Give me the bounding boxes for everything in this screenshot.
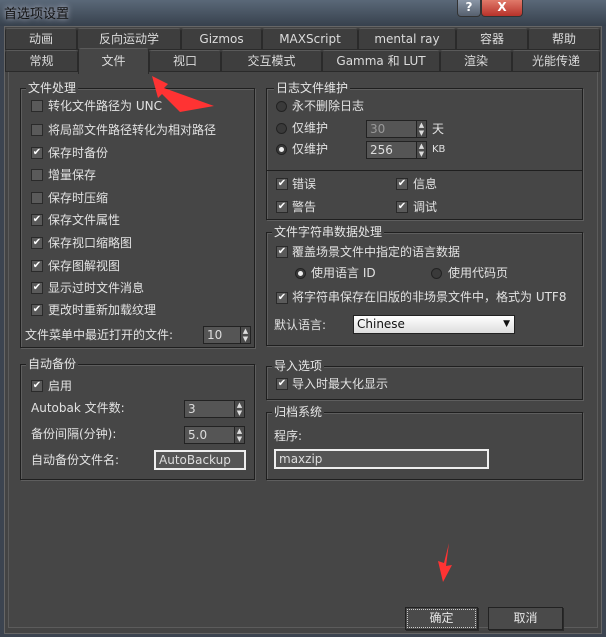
annotation-arrows (152, 76, 452, 582)
tab-row2-1[interactable]: 文件 (78, 48, 149, 74)
arrow-annotation-ok (438, 543, 452, 582)
arrow-annotation-tab (152, 76, 214, 112)
